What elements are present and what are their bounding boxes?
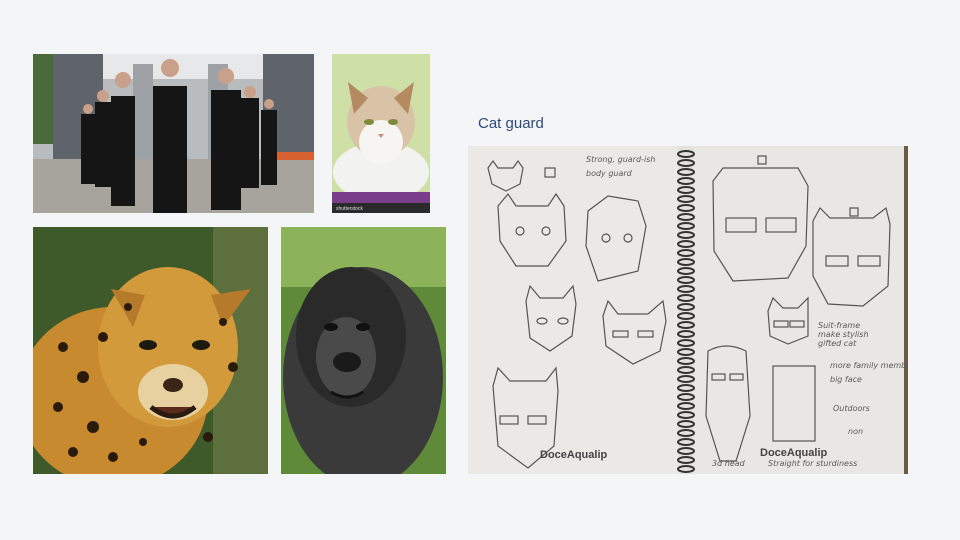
cat-watermark: shutterstock xyxy=(336,206,363,212)
sketchbook-photo: Strong, guard-ish body guard Suit-frame … xyxy=(468,146,908,474)
sketch-note-6: more family member xyxy=(830,361,908,370)
sketch-watermark-left: DoceAqualip xyxy=(540,449,608,461)
sketch-note-9: non xyxy=(848,427,863,436)
jaguar-photo xyxy=(33,227,268,474)
gorilla-photo xyxy=(281,227,446,474)
bodyguards-photo xyxy=(33,54,314,213)
sketch-note-1: Strong, guard-ish xyxy=(586,155,655,164)
sketch-note-5: gifted cat xyxy=(818,339,857,348)
sketch-note-10: 3d head xyxy=(712,459,746,468)
slide-title: Cat guard xyxy=(478,115,544,132)
cat-photo: shutterstock xyxy=(332,54,430,213)
sketch-note-11: Straight for sturdiness xyxy=(768,459,857,468)
sketch-note-8: Outdoors xyxy=(833,404,870,413)
sketch-note-4: make stylish xyxy=(818,330,869,339)
sketch-watermark-right: DoceAqualip xyxy=(760,447,828,459)
sketch-note-3: Suit-frame xyxy=(818,321,860,330)
sketch-note-7: big face xyxy=(830,375,862,384)
sketch-note-2: body guard xyxy=(586,169,633,178)
